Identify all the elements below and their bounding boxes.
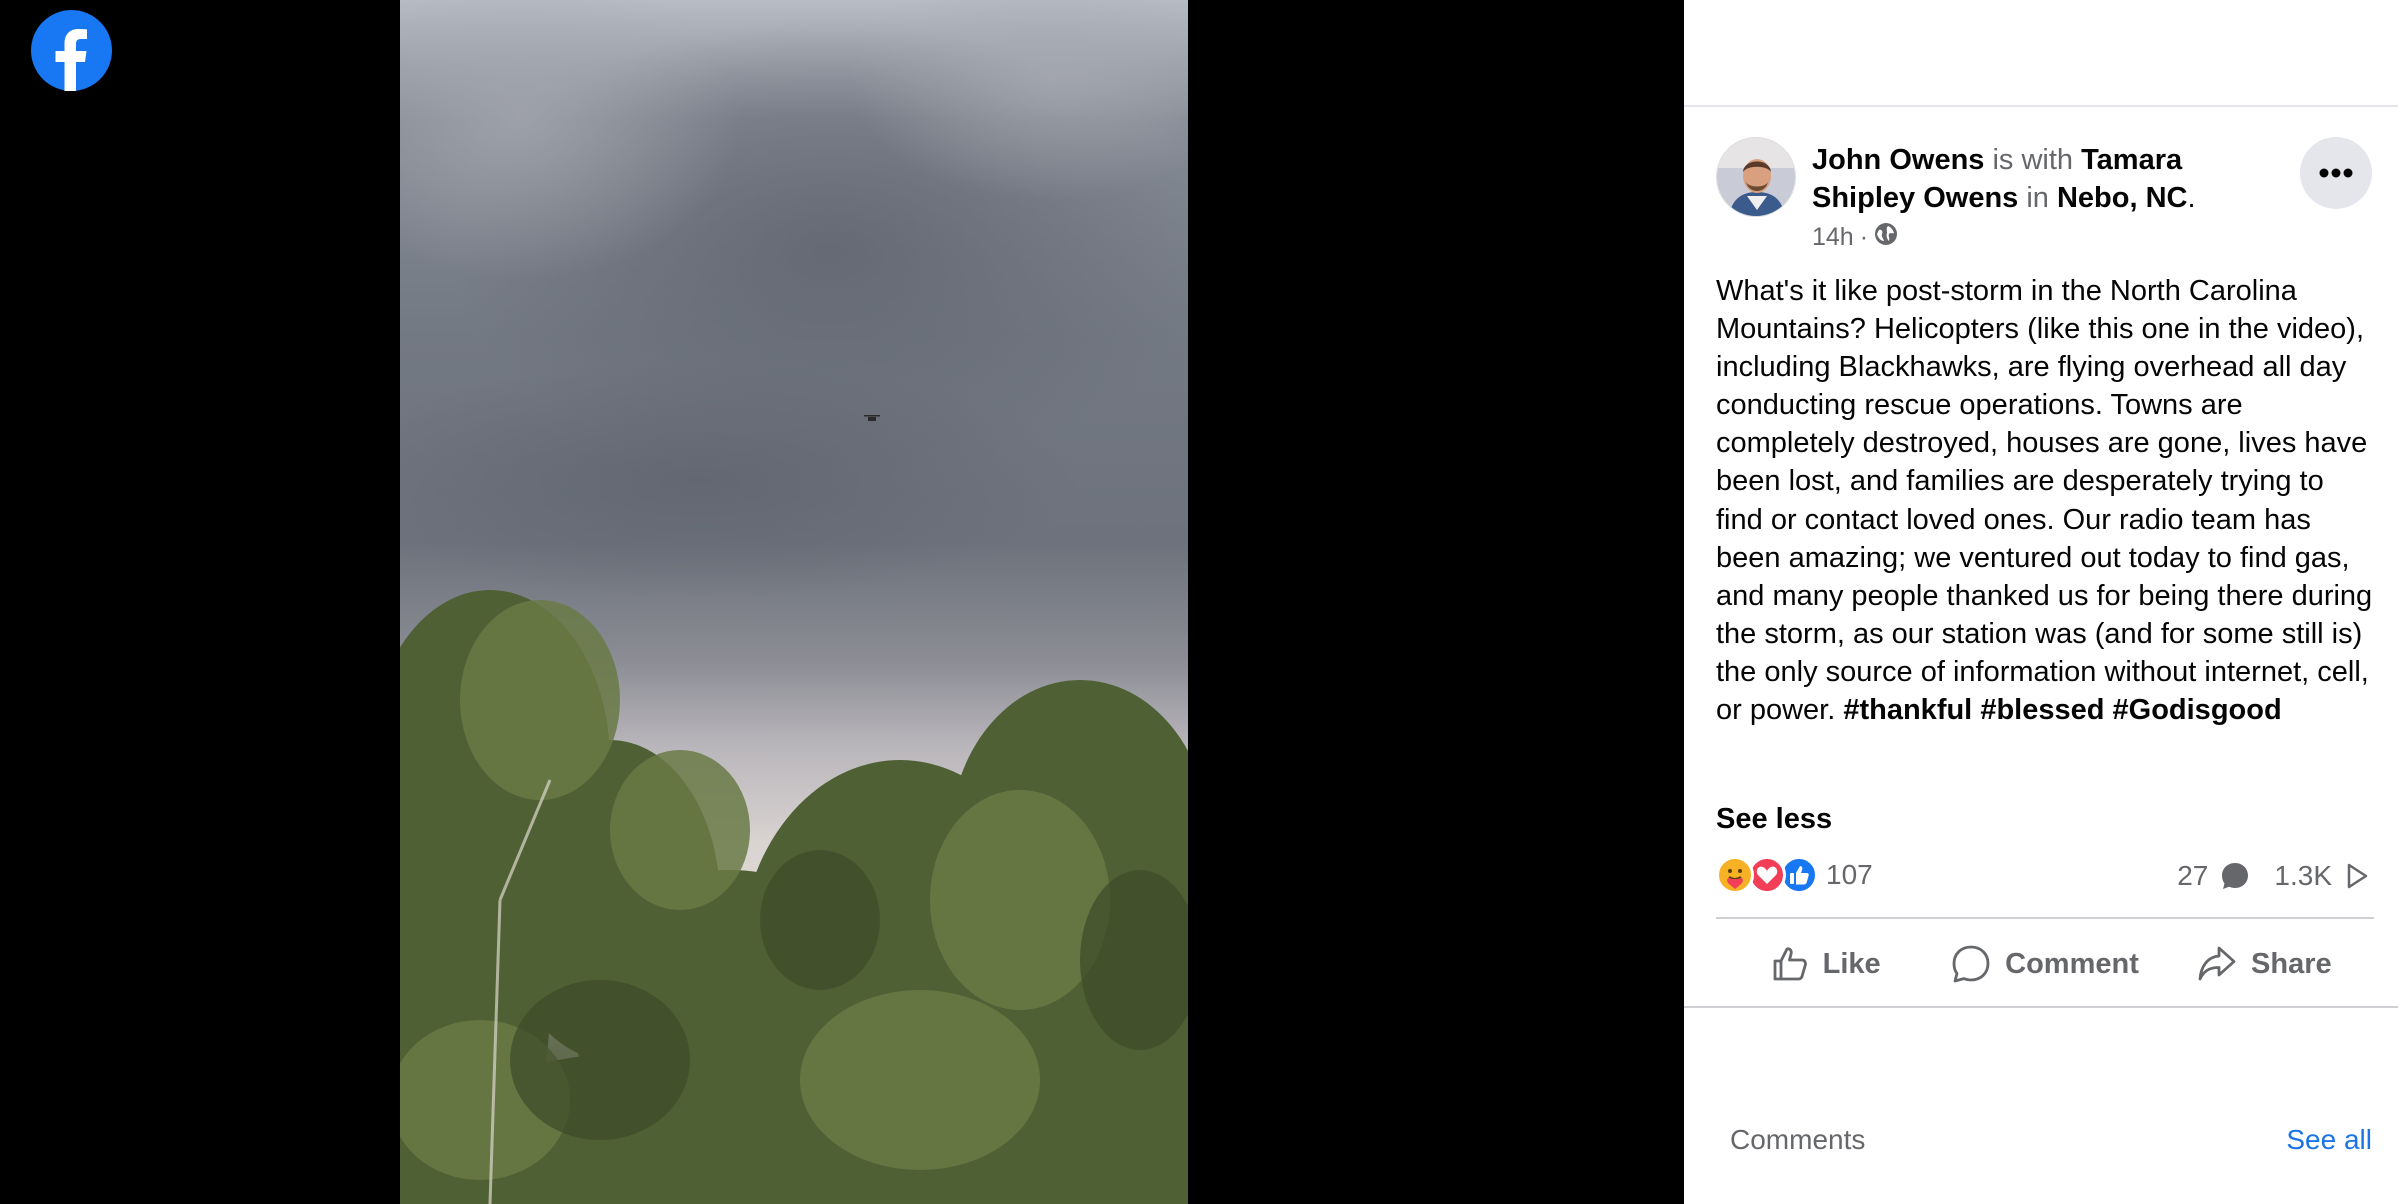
see-less-button[interactable]: See less <box>1716 803 1832 836</box>
views-count[interactable]: 1.3K <box>2274 860 2332 892</box>
post-header: John Owens is with Tamara Shipley Owens … <box>1812 141 2222 217</box>
media-viewer <box>0 0 1684 1204</box>
comments-heading: Comments <box>1730 1124 1866 1155</box>
comments-count[interactable]: 27 <box>2177 860 2208 892</box>
action-bar: Like Comment Share <box>1716 924 2374 1004</box>
share-icon <box>2198 946 2236 981</box>
hashtag-thankful[interactable]: #thankful <box>1843 694 1972 726</box>
post-panel: John Owens is with Tamara Shipley Owens … <box>1684 0 2398 1204</box>
share-button[interactable]: Share <box>2155 924 2374 1004</box>
more-options-button[interactable] <box>2300 137 2372 209</box>
divider <box>1684 1006 2398 1008</box>
play-icon <box>2347 863 2368 889</box>
avatar[interactable] <box>1716 137 1796 217</box>
with-text: is with <box>1984 144 2082 176</box>
facebook-logo-icon[interactable] <box>31 10 112 91</box>
share-label: Share <box>2251 947 2332 980</box>
reactions-count: 107 <box>1826 859 1873 890</box>
period: . <box>2187 182 2196 214</box>
post-text: What's it like post-storm in the North C… <box>1716 275 2373 727</box>
in-text: in <box>2018 182 2057 214</box>
ellipsis-icon <box>2319 168 2353 178</box>
globe-icon[interactable] <box>1874 222 1898 253</box>
thumbs-up-icon <box>1773 947 1807 981</box>
divider <box>1716 917 2374 919</box>
comment-bubble-icon <box>2222 863 2249 889</box>
like-button[interactable]: Like <box>1716 924 1935 1004</box>
like-label: Like <box>1822 947 1881 980</box>
care-reaction-icon <box>1716 856 1754 894</box>
hashtag-blessed[interactable]: #blessed <box>1980 694 2104 726</box>
comment-label: Comment <box>2005 947 2139 980</box>
reactions-summary[interactable]: 107 <box>1716 856 1873 894</box>
post-meta: 14h · <box>1812 222 1898 253</box>
separator-dot: · <box>1859 223 1869 251</box>
see-all-comments-link[interactable]: See all <box>2286 1124 2372 1156</box>
video-frame[interactable] <box>400 0 1188 1204</box>
panel-top-bar <box>1684 0 2398 107</box>
comment-icon <box>1952 945 1990 983</box>
hashtag-godisgood[interactable]: #Godisgood <box>2113 694 2282 726</box>
comment-button[interactable]: Comment <box>1935 924 2154 1004</box>
post-body: What's it like post-storm in the North C… <box>1716 272 2376 729</box>
location-link[interactable]: Nebo, NC <box>2057 182 2188 214</box>
timestamp[interactable]: 14h <box>1812 223 1854 252</box>
author-name[interactable]: John Owens <box>1812 144 1984 176</box>
engagement-counts: 27 1.3K <box>2177 860 2370 892</box>
